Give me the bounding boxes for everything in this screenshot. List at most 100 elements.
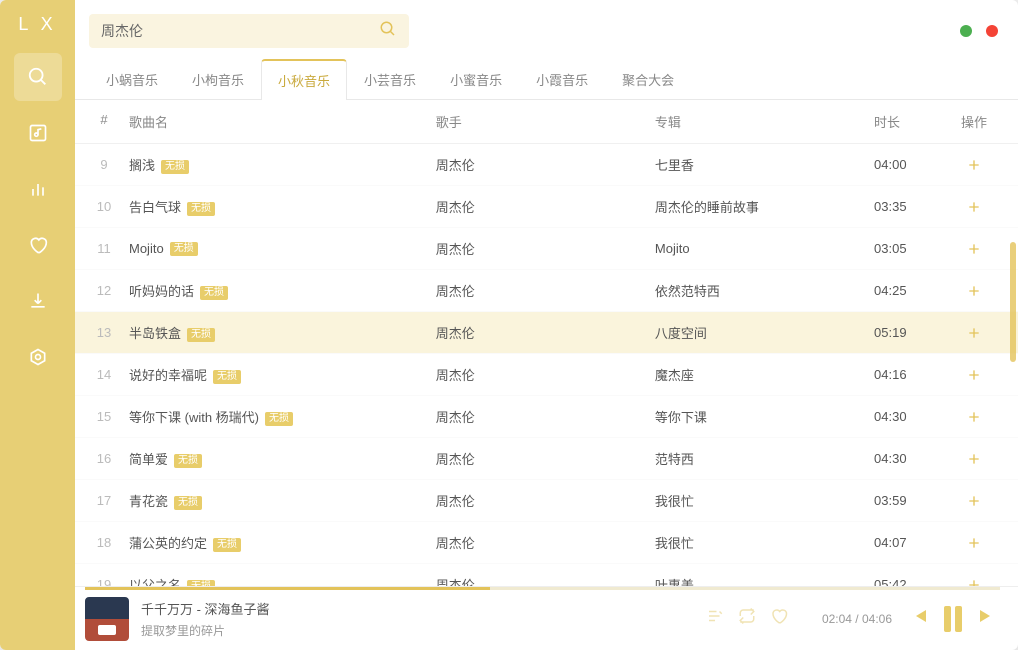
add-button[interactable] — [944, 367, 1004, 383]
cell-index: 11 — [85, 241, 119, 256]
source-tab[interactable]: 小秋音乐 — [261, 59, 347, 100]
add-button[interactable] — [944, 157, 1004, 173]
cell-duration: 04:30 — [874, 409, 944, 424]
table-row[interactable]: 16简单爱无损周杰伦范特西04:30 — [75, 438, 1018, 480]
source-tab[interactable]: 小枸音乐 — [175, 59, 261, 100]
table-row[interactable]: 14说好的幸福呢无损周杰伦魔杰座04:16 — [75, 354, 1018, 396]
app-logo: L X — [18, 14, 56, 35]
cell-album: 叶惠美 — [655, 575, 874, 586]
add-button[interactable] — [944, 199, 1004, 215]
table-row[interactable]: 19以父之名无损周杰伦叶惠美05:42 — [75, 564, 1018, 586]
cell-name: 简单爱无损 — [119, 449, 436, 468]
track-list[interactable]: 9搁浅无损周杰伦七里香04:0010告白气球无损周杰伦周杰伦的睡前故事03:35… — [75, 144, 1018, 586]
add-button[interactable] — [944, 283, 1004, 299]
add-button[interactable] — [944, 535, 1004, 551]
cell-name: 蒲公英的约定无损 — [119, 533, 436, 552]
add-button[interactable] — [944, 325, 1004, 341]
table-row[interactable]: 12听妈妈的话无损周杰伦依然范特西04:25 — [75, 270, 1018, 312]
topbar — [75, 0, 1018, 58]
nav-downloads[interactable] — [14, 277, 62, 325]
nav-search[interactable] — [14, 53, 62, 101]
settings-icon — [28, 347, 48, 367]
heart-icon — [28, 235, 48, 255]
prev-button[interactable] — [906, 604, 930, 633]
nav-ranking[interactable] — [14, 165, 62, 213]
scrollbar-thumb[interactable] — [1010, 242, 1016, 362]
lyrics-icon[interactable] — [706, 607, 724, 630]
th-action: 操作 — [944, 112, 1004, 131]
minimize-dot[interactable] — [960, 25, 972, 37]
cell-index: 16 — [85, 451, 119, 466]
progress-fill[interactable] — [85, 587, 490, 590]
search-icon — [27, 66, 49, 88]
play-pause-button[interactable] — [944, 606, 962, 632]
cell-duration: 03:35 — [874, 199, 944, 214]
search-submit-icon[interactable] — [379, 20, 397, 43]
table-row[interactable]: 11Mojito无损周杰伦Mojito03:05 — [75, 228, 1018, 270]
quality-badge: 无损 — [187, 328, 215, 342]
cell-artist: 周杰伦 — [436, 449, 655, 468]
cell-duration: 05:19 — [874, 325, 944, 340]
add-button[interactable] — [944, 451, 1004, 467]
source-tab[interactable]: 小蜜音乐 — [433, 59, 519, 100]
cell-index: 10 — [85, 199, 119, 214]
add-button[interactable] — [944, 409, 1004, 425]
app-window: L X — [0, 0, 1018, 650]
cell-index: 13 — [85, 325, 119, 340]
cell-album: 魔杰座 — [655, 365, 874, 384]
cell-album: 周杰伦的睡前故事 — [655, 197, 874, 216]
cell-album: 七里香 — [655, 155, 874, 174]
now-playing-subtitle: 提取梦里的碎片 — [141, 622, 706, 639]
cell-artist: 周杰伦 — [436, 155, 655, 174]
source-tab[interactable]: 小霞音乐 — [519, 59, 605, 100]
cell-name: 半岛铁盒无损 — [119, 323, 436, 342]
add-button[interactable] — [944, 577, 1004, 587]
th-artist[interactable]: 歌手 — [436, 112, 655, 131]
th-album[interactable]: 专辑 — [655, 112, 874, 131]
player-options — [706, 607, 788, 630]
time-display: 02:04 / 04:06 — [822, 612, 892, 626]
source-tab[interactable]: 小芸音乐 — [347, 59, 433, 100]
cell-name: 告白气球无损 — [119, 197, 436, 216]
source-tab[interactable]: 聚合大会 — [605, 59, 691, 100]
search-box[interactable] — [89, 14, 409, 48]
source-tab[interactable]: 小蜗音乐 — [89, 59, 175, 100]
cell-name: 搁浅无损 — [119, 155, 436, 174]
quality-badge: 无损 — [200, 286, 228, 300]
album-cover[interactable] — [85, 597, 129, 641]
th-duration[interactable]: 时长 — [874, 112, 944, 131]
close-dot[interactable] — [986, 25, 998, 37]
table-row[interactable]: 9搁浅无损周杰伦七里香04:00 — [75, 144, 1018, 186]
cell-artist: 周杰伦 — [436, 197, 655, 216]
add-button[interactable] — [944, 241, 1004, 257]
repeat-icon[interactable] — [738, 607, 756, 630]
th-name[interactable]: 歌曲名 — [119, 112, 436, 131]
quality-badge: 无损 — [213, 538, 241, 552]
table-row[interactable]: 13半岛铁盒无损周杰伦八度空间05:19 — [75, 312, 1018, 354]
main-area: 小蜗音乐小枸音乐小秋音乐小芸音乐小蜜音乐小霞音乐聚合大会 # 歌曲名 歌手 专辑… — [75, 0, 1018, 650]
cell-duration: 04:07 — [874, 535, 944, 550]
cell-album: 范特西 — [655, 449, 874, 468]
search-input[interactable] — [101, 23, 379, 39]
cell-artist: 周杰伦 — [436, 365, 655, 384]
table-row[interactable]: 18蒲公英的约定无损周杰伦我很忙04:07 — [75, 522, 1018, 564]
nav-library[interactable] — [14, 109, 62, 157]
table-row[interactable]: 17青花瓷无损周杰伦我很忙03:59 — [75, 480, 1018, 522]
nav-favorites[interactable] — [14, 221, 62, 269]
table-row[interactable]: 10告白气球无损周杰伦周杰伦的睡前故事03:35 — [75, 186, 1018, 228]
next-button[interactable] — [976, 604, 1000, 633]
quality-badge: 无损 — [170, 242, 198, 256]
quality-badge: 无损 — [174, 496, 202, 510]
cell-album: 等你下课 — [655, 407, 874, 426]
quality-badge: 无损 — [161, 160, 189, 174]
cell-name: 以父之名无损 — [119, 575, 436, 586]
add-button[interactable] — [944, 493, 1004, 509]
cell-index: 15 — [85, 409, 119, 424]
table-row[interactable]: 15等你下课 (with 杨瑞代)无损周杰伦等你下课04:30 — [75, 396, 1018, 438]
source-tabs: 小蜗音乐小枸音乐小秋音乐小芸音乐小蜜音乐小霞音乐聚合大会 — [75, 58, 1018, 100]
quality-badge: 无损 — [265, 412, 293, 426]
nav-settings[interactable] — [14, 333, 62, 381]
cell-duration: 04:00 — [874, 157, 944, 172]
favorite-icon[interactable] — [770, 607, 788, 630]
cell-duration: 04:25 — [874, 283, 944, 298]
